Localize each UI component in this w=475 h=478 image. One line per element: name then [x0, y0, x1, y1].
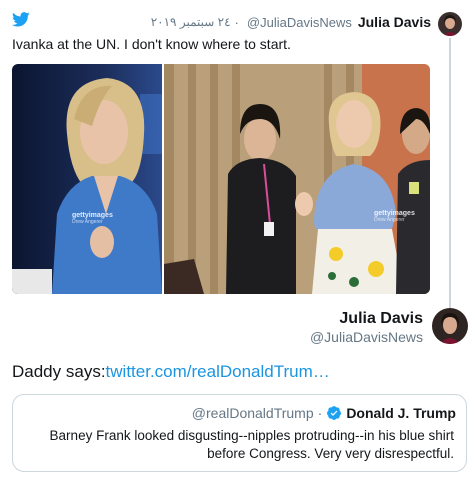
quoted-tweet-card[interactable]: @realDonaldTrump · Donald J. Trump Barne… — [12, 394, 467, 472]
avatar[interactable] — [438, 12, 462, 36]
tweet-date[interactable]: ٢٤ سبتمبر ٢٠١٩ — [151, 15, 231, 29]
tweet-text-prefix: Daddy says: — [12, 362, 106, 381]
photo-credit: Drew Angerer — [72, 219, 103, 225]
watermark-text: gettyimages — [72, 212, 113, 219]
tweet-link[interactable]: twitter.com/realDonaldTrum… — [106, 362, 330, 381]
author-name[interactable]: Julia Davis — [358, 14, 431, 30]
getty-watermark: gettyimages Drew Angerer — [72, 212, 113, 225]
separator-dot: · — [234, 14, 239, 30]
thread-connector — [449, 38, 451, 308]
twitter-bird-icon[interactable] — [12, 12, 30, 27]
verified-badge-icon — [327, 406, 342, 420]
author-name[interactable]: Julia Davis — [339, 310, 423, 328]
tweet-media[interactable]: gettyimages Drew Angerer gettyimages Dre… — [12, 64, 430, 294]
avatar[interactable] — [432, 308, 468, 344]
photo-left[interactable]: gettyimages Drew Angerer — [12, 64, 162, 294]
watermark-text: gettyimages — [374, 210, 415, 217]
separator-dot: · — [317, 405, 323, 421]
quoted-author-handle[interactable]: @realDonaldTrump — [192, 405, 314, 421]
quoted-tweet-header: @realDonaldTrump · Donald J. Trump — [192, 405, 456, 421]
photo-right[interactable]: gettyimages Drew Angerer — [164, 64, 430, 294]
tweet-header: ٢٤ سبتمبر ٢٠١٩ · @JuliaDavisNews Julia D… — [151, 12, 431, 32]
author-handle[interactable]: @JuliaDavisNews — [310, 329, 423, 345]
author-handle[interactable]: @JuliaDavisNews — [247, 15, 352, 30]
quoted-author-name[interactable]: Donald J. Trump — [346, 405, 456, 421]
parent-tweet[interactable]: ٢٤ سبتمبر ٢٠١٩ · @JuliaDavisNews Julia D… — [0, 0, 475, 308]
tweet-text: Ivanka at the UN. I don't know where to … — [12, 36, 291, 52]
photo-credit: Drew Angerer — [374, 217, 405, 223]
getty-watermark: gettyimages Drew Angerer — [374, 210, 415, 223]
quoted-tweet-text: Barney Frank looked disgusting--nipples … — [49, 428, 454, 461]
tweet-text: Daddy says:twitter.com/realDonaldTrum… — [12, 362, 330, 382]
